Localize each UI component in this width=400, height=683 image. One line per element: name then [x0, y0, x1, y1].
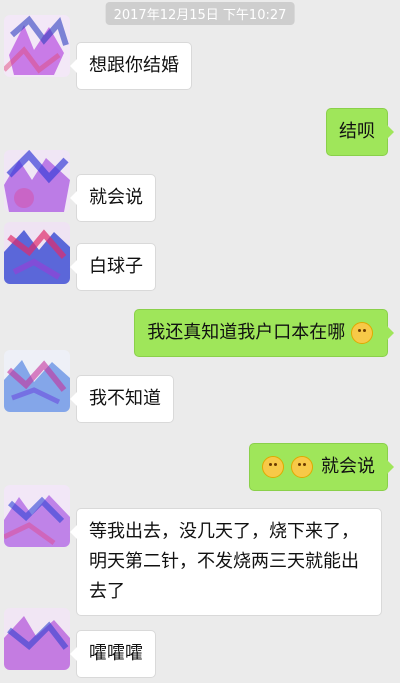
message-bubble[interactable]: 想跟你结婚 [70, 42, 192, 90]
message-bubble[interactable]: 就会说 [70, 174, 156, 222]
avatar-image [4, 350, 70, 412]
message-bubble[interactable]: 我不知道 [70, 375, 174, 423]
avatar[interactable] [4, 15, 70, 77]
message-text: 想跟你结婚 [89, 55, 179, 76]
message-text: 就会说 [321, 456, 375, 477]
avatar-image [4, 222, 70, 284]
message-bubble[interactable]: 就会说 [248, 443, 395, 491]
avatar-image [4, 150, 70, 212]
message-bubble[interactable]: 嚯嚯嚯 [70, 630, 156, 678]
message-bubble[interactable]: 等我出去，没几天了，烧下来了，明天第二针，不发烧两三天就能出去了 [70, 508, 382, 616]
hug-emoji-icon [291, 456, 314, 478]
avatar[interactable] [4, 150, 70, 212]
avatar[interactable] [4, 485, 70, 547]
message-text: 我还真知道我户口本在哪 [147, 322, 346, 343]
message-text: 白球子 [89, 256, 143, 277]
avatar-image [4, 608, 70, 670]
avatar[interactable] [4, 222, 70, 284]
message-bubble[interactable]: 我还真知道我户口本在哪 [134, 309, 394, 357]
message-text: 等我出去，没几天了，烧下来了，明天第二针，不发烧两三天就能出去了 [89, 521, 359, 602]
avatar-image [4, 15, 70, 77]
message-bubble[interactable]: 结呗 [326, 108, 394, 156]
message-text: 嚯嚯嚯 [89, 643, 143, 664]
message-text: 结呗 [339, 121, 375, 142]
avatar-image [4, 485, 70, 547]
timestamp: 2017年12月15日 下午10:27 [105, 2, 295, 25]
message-text: 就会说 [89, 187, 143, 208]
message-bubble[interactable]: 白球子 [70, 243, 156, 291]
smile-emoji-icon [351, 322, 373, 344]
avatar[interactable] [4, 608, 70, 670]
message-text: 我不知道 [89, 388, 161, 409]
hug-emoji-icon [261, 456, 284, 478]
avatar[interactable] [4, 350, 70, 412]
